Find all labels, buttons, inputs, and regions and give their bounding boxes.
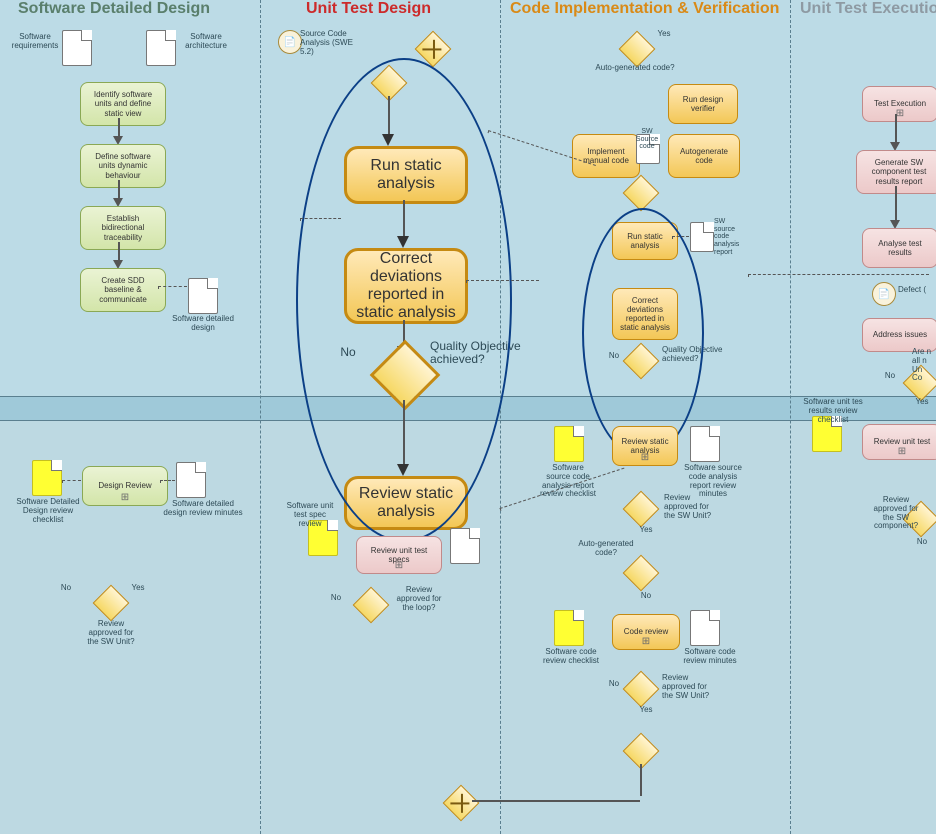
task-create-sdd: Create SDDbaseline &communicate (80, 268, 166, 312)
label-yes-ute: Yes (912, 398, 932, 407)
task-impl-manual: Implementmanual code (572, 134, 640, 178)
label-sca-event: Source CodeAnalysis (SWE 5.2) (300, 30, 366, 56)
label-no-cr: No (604, 680, 624, 689)
doc-sw-architecture (146, 30, 176, 66)
label-no-qo-small: No (604, 352, 624, 361)
task-correct-dev-small: Correctdeviationsreported instatic analy… (612, 288, 678, 340)
label-no-comp: No (912, 538, 932, 547)
doc-sw-requirements (62, 30, 92, 66)
lane-title-sdd: Software Detailed Design (18, 0, 210, 18)
task-define-dynamic: Define softwareunits dynamicbehaviour (80, 144, 166, 188)
doc-sca-minutes (690, 426, 720, 462)
label-sdd-checklist: Software DetailedDesign review checklist (8, 498, 88, 524)
label-qo-small: Quality Objectiveachieved? (662, 346, 736, 364)
big-task-correct-dev: Correctdeviationsreported instatic analy… (344, 248, 468, 324)
doc-sca-report (690, 222, 714, 252)
label-component-review: Reviewapproved forthe SWcomponent? (864, 496, 928, 531)
task-design-review: Design Review (82, 466, 168, 506)
label-cr-approved: Reviewapproved forthe SW Unit? (662, 674, 724, 700)
label-review-unit: Reviewapproved forthe SW Unit? (664, 494, 726, 520)
label-autogen2: Auto-generatedcode? (574, 540, 638, 558)
label-no-sdd: No (56, 584, 76, 593)
label-ut-results-checklist: Software unit tesresults reviewchecklist (796, 398, 870, 424)
lane-title-civ: Code Implementation & Verification (510, 0, 779, 18)
label-loop-q: Reviewapproved forthe loop? (388, 586, 450, 612)
big-task-review-static: Review staticanalysis (344, 476, 468, 530)
task-establish-trace: Establishbidirectionaltraceability (80, 206, 166, 250)
doc-sdd-checklist (32, 460, 62, 496)
label-sw-architecture: Softwarearchitecture (180, 33, 232, 51)
doc-sca-checklist (554, 426, 584, 462)
label-no-ute: No (880, 372, 900, 381)
doc-sdd-output (188, 278, 218, 314)
task-review-ut: Review unit test (862, 424, 936, 460)
label-autogen1: Auto-generated code? (580, 64, 690, 73)
doc-ut-spec-out (450, 528, 480, 564)
label-sdd-minutes: Software detaileddesign review minutes (160, 500, 246, 518)
task-autogen-code: Autogeneratecode (668, 134, 740, 178)
label-sw-source: SWSourcecode (632, 128, 662, 151)
label-code-review-checklist: Software codereview checklist (540, 648, 602, 666)
big-task-run-static: Run staticanalysis (344, 146, 468, 204)
label-yes-cr: Yes (636, 706, 656, 715)
label-sw-requirements: Softwarerequirements (10, 33, 60, 51)
doc-sdd-minutes (176, 462, 206, 498)
label-no-ag2: No (636, 592, 656, 601)
lane-title-ute: Unit Test Execution (800, 0, 936, 18)
doc-code-review-minutes (690, 610, 720, 646)
task-code-review: Code review (612, 614, 680, 650)
label-sca-checklist: Softwaresource codeanalysis reportreview… (536, 464, 600, 499)
event-defect: 📄 (872, 282, 896, 306)
label-no-big: No (336, 346, 360, 359)
label-are-all: Are nall nUnCo (912, 348, 936, 383)
label-yes-civ1: Yes (654, 30, 674, 39)
label-defect: Defect ( (898, 286, 936, 295)
label-no-loop: No (326, 594, 346, 603)
label-yes-sdd: Yes (128, 584, 148, 593)
event-sca: 📄 (278, 30, 302, 54)
task-run-static-small: Run staticanalysis (612, 222, 678, 260)
doc-code-review-checklist (554, 610, 584, 646)
task-analyse: Analyse testresults (862, 228, 936, 268)
task-identify-units: Identify softwareunits and definestatic … (80, 82, 166, 126)
label-yes-ru: Yes (636, 526, 656, 535)
label-code-review-minutes: Software codereview minutes (678, 648, 742, 666)
lane-title-utd: Unit Test Design (306, 0, 431, 18)
task-review-static-small: Review staticanalysis (612, 426, 678, 466)
task-run-dv: Run designverifier (668, 84, 738, 124)
label-sdd-output: Software detaileddesign (162, 315, 244, 333)
task-review-ut-specs: Review unit testspecs (356, 536, 442, 574)
label-sca-report: SWsourcecodeanalysisreport (714, 218, 750, 256)
task-test-exec: Test Execution (862, 86, 936, 122)
label-sdd-review-q: Reviewapproved forthe SW Unit? (80, 620, 142, 646)
label-ut-spec-review: Software unittest specreview (280, 502, 340, 528)
label-qo-big: Quality Objectiveachieved? (430, 340, 530, 366)
